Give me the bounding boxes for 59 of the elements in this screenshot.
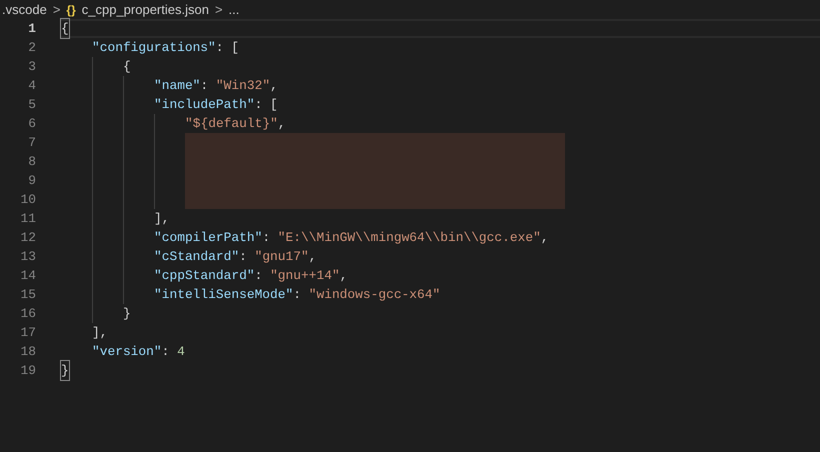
code-token: "cppStandard" xyxy=(154,266,255,285)
code-token: : xyxy=(293,286,302,304)
line-number: 3 xyxy=(27,58,36,76)
code-token: "gnu++14" xyxy=(270,266,340,285)
code-token: "windows-gcc-x64" xyxy=(308,286,440,304)
code-token: "${default}" xyxy=(185,114,278,133)
code-token: 4 xyxy=(177,342,185,361)
breadcrumb-item[interactable]: ... xyxy=(228,0,240,20)
code-token: "E:\\MinGW\\mingw64\\bin\\gcc.exe" xyxy=(278,228,541,247)
line-number: 8 xyxy=(27,152,36,171)
code-token: : xyxy=(239,248,248,266)
breadcrumb-item[interactable]: .vscode xyxy=(2,0,47,20)
line-number: 16 xyxy=(20,304,36,323)
line-number: 17 xyxy=(20,324,36,342)
code-token: "version" xyxy=(92,342,162,361)
line-number: 18 xyxy=(20,342,36,361)
line-number: 13 xyxy=(20,248,36,266)
code-token: "compilerPath" xyxy=(154,228,262,247)
code-token: { xyxy=(123,58,131,76)
code-token: } xyxy=(61,360,69,380)
code-token: "configurations" xyxy=(92,38,216,57)
code-token: ], xyxy=(92,324,108,342)
code-token: , xyxy=(308,248,316,266)
code-token: : xyxy=(200,76,210,95)
code-token: : [ xyxy=(254,96,278,114)
code-token: "gnu17" xyxy=(254,248,309,266)
code-token: , xyxy=(270,76,278,95)
line-number: 14 xyxy=(20,266,36,285)
breadcrumb-separator: > xyxy=(52,0,60,19)
line-number: 5 xyxy=(27,96,36,114)
line-number: 6 xyxy=(27,114,36,133)
line-number: 2 xyxy=(27,38,36,57)
code-token: : xyxy=(254,266,264,285)
breadcrumb-item[interactable]: c_cpp_properties.json xyxy=(82,0,209,20)
code-token: "name" xyxy=(154,76,200,95)
line-number: 4 xyxy=(27,76,36,95)
line-number: 11 xyxy=(20,210,36,228)
code-token: "includePath" xyxy=(154,96,255,114)
line-number: 1 xyxy=(27,20,36,38)
line-number: 10 xyxy=(20,190,36,209)
code-token: "intelliSenseMode" xyxy=(154,286,294,304)
code-token: ], xyxy=(154,210,170,228)
line-number: 19 xyxy=(20,362,36,380)
code-token: , xyxy=(340,266,348,285)
json-braces-icon: {} xyxy=(66,0,76,18)
line-number: 12 xyxy=(20,228,36,247)
code-token: , xyxy=(540,228,549,247)
breadcrumb-separator: > xyxy=(214,0,223,19)
code-token: , xyxy=(278,114,286,133)
line-number: 9 xyxy=(27,172,36,190)
line-number: 7 xyxy=(27,134,36,152)
code-token: } xyxy=(123,304,131,323)
code-token: "cStandard" xyxy=(154,248,240,266)
code-token: : xyxy=(262,228,272,247)
code-token: "Win32" xyxy=(216,76,270,95)
code-token: : xyxy=(162,342,170,361)
line-number: 15 xyxy=(20,286,36,304)
code-token: : [ xyxy=(216,38,239,57)
code-token: { xyxy=(61,18,69,38)
